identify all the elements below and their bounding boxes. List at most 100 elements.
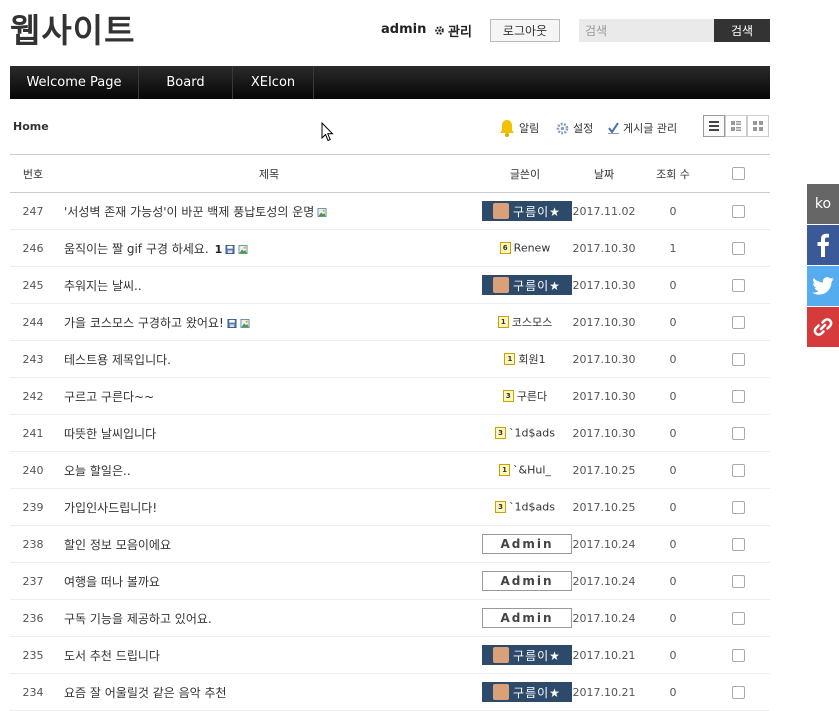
post-checkbox[interactable]	[731, 574, 745, 588]
table-row[interactable]: 238 할인 정보 모음이에요 Admin 2017.10.24 0	[10, 525, 770, 563]
post-author: 구름이★	[482, 673, 572, 711]
share-link[interactable]	[807, 307, 839, 347]
post-author: 1 회원1	[482, 340, 568, 378]
post-checkbox[interactable]	[731, 648, 745, 662]
list-view-button[interactable]	[703, 115, 725, 137]
post-title-link[interactable]: 테스트용 제목입니다.	[64, 353, 171, 367]
author-link[interactable]: 3 `1d$ads	[495, 426, 555, 440]
notify-link[interactable]: 알림	[499, 118, 539, 138]
gallery-view-button[interactable]	[747, 115, 769, 137]
nav-item-board[interactable]: Board	[139, 66, 233, 99]
author-badge[interactable]: 구름이★	[482, 275, 572, 295]
author-link[interactable]: 1 코스모스	[497, 315, 553, 329]
post-checkbox[interactable]	[731, 685, 745, 699]
author-admin-badge[interactable]: Admin	[482, 534, 572, 554]
author-admin-badge[interactable]: Admin	[482, 571, 572, 591]
table-row[interactable]: 239 가입인사드립니다! 3 `1d$ads 2017.10.25 0	[10, 488, 770, 526]
post-checkbox[interactable]	[731, 204, 745, 218]
post-title-link[interactable]: 가을 코스모스 구경하고 왔어요!	[64, 316, 224, 330]
post-checkbox[interactable]	[731, 463, 745, 477]
post-title-link[interactable]: 도서 추천 드립니다	[64, 649, 160, 663]
post-checkbox[interactable]	[731, 278, 745, 292]
table-row[interactable]: 244 가을 코스모스 구경하고 왔어요! 1 코스모스 2017.10.30 0	[10, 303, 770, 341]
post-title-link[interactable]: 움직이는 짤 gif 구경 하세요.	[64, 242, 209, 256]
webzine-view-button[interactable]	[725, 115, 747, 137]
author-link[interactable]: 3 구른다	[502, 389, 547, 403]
post-title-link[interactable]: 요즘 잘 어울릴것 같은 음악 추천	[64, 686, 227, 700]
author-badge[interactable]: 구름이★	[482, 201, 572, 221]
author-badge[interactable]: 구름이★	[482, 645, 572, 665]
search-input[interactable]	[579, 19, 715, 42]
table-row[interactable]: 237 여행을 떠나 볼까요 Admin 2017.10.24 0	[10, 562, 770, 600]
post-number: 235	[10, 636, 56, 674]
user-name-link[interactable]: admin	[381, 22, 426, 37]
author-name: 코스모스	[511, 316, 553, 329]
bell-icon	[500, 120, 514, 137]
settings-link[interactable]: 설정	[556, 118, 593, 138]
level-icon: 3	[502, 390, 514, 402]
manage-posts-link[interactable]: 게시글 관리	[608, 118, 677, 138]
post-checkbox[interactable]	[731, 315, 745, 329]
post-title-link[interactable]: 오늘 할일은..	[64, 464, 131, 478]
post-number: 238	[10, 525, 56, 563]
table-row[interactable]: 247 '서성벽 존재 가능성'이 바꾼 백제 풍납토성의 운명 구름이★ 2017.…	[10, 192, 770, 230]
search-button[interactable]: 검색	[714, 19, 770, 42]
author-link[interactable]: 6 Renew	[499, 241, 550, 255]
author-link[interactable]: 3 `1d$ads	[495, 500, 555, 514]
header-date[interactable]: 날짜	[568, 154, 640, 193]
select-all-checkbox[interactable]	[731, 167, 745, 181]
post-title-link[interactable]: '서성벽 존재 가능성'이 바꾼 백제 풍납토성의 운명	[64, 205, 314, 219]
post-checkbox[interactable]	[731, 352, 745, 366]
site-title[interactable]: 웹사이트	[10, 4, 135, 52]
table-row[interactable]: 240 오늘 할일은.. 1 `&Hul_ 2017.10.25 0	[10, 451, 770, 489]
header-views[interactable]: 조회 수	[640, 154, 706, 193]
table-row[interactable]: 235 도서 추천 드립니다 구름이★ 2017.10.21 0	[10, 636, 770, 674]
comment-count[interactable]: 1	[215, 243, 223, 256]
post-title-cell: '서성벽 존재 가능성'이 바꾼 백제 풍납토성의 운명	[56, 192, 482, 230]
post-checkbox[interactable]	[731, 537, 745, 551]
post-title-link[interactable]: 구르고 구른다~~	[64, 390, 154, 404]
post-checkbox[interactable]	[731, 500, 745, 514]
logout-button[interactable]: 로그아웃	[490, 19, 560, 42]
post-title-link[interactable]: 가입인사드립니다!	[64, 501, 157, 515]
table-header-row: 번호 제목 글쓴이 날짜 조회 수	[10, 154, 770, 193]
table-row[interactable]: 243 테스트용 제목입니다. 1 회원1 2017.10.30 0	[10, 340, 770, 378]
table-row[interactable]: 242 구르고 구른다~~ 3 구른다 2017.10.30 0	[10, 377, 770, 415]
nav-item-xeicon[interactable]: XEIcon	[233, 66, 314, 99]
table-row[interactable]: 241 따뜻한 날씨입니다 3 `1d$ads 2017.10.30 0	[10, 414, 770, 452]
table-row[interactable]: 246 움직이는 짤 gif 구경 하세요. 1 6 Renew 2017.10.30 1	[10, 229, 770, 267]
post-checkbox[interactable]	[731, 241, 745, 255]
post-title-link[interactable]: 추워지는 날씨..	[64, 279, 142, 293]
table-row[interactable]: 234 요즘 잘 어울릴것 같은 음악 추천 구름이★ 2017.10.21 0	[10, 673, 770, 711]
post-checkbox[interactable]	[731, 389, 745, 403]
share-facebook[interactable]	[807, 225, 839, 265]
post-title-link[interactable]: 따뜻한 날씨입니다	[64, 427, 156, 441]
author-badge[interactable]: 구름이★	[482, 682, 572, 702]
table-row[interactable]: 236 구독 기능을 제공하고 있어요. Admin 2017.10.24 0	[10, 599, 770, 637]
post-views: 0	[640, 377, 706, 415]
link-icon	[813, 318, 833, 336]
author-admin-badge[interactable]: Admin	[482, 608, 572, 628]
author-link[interactable]: 1 회원1	[504, 352, 546, 366]
table-row[interactable]: 245 추워지는 날씨.. 구름이★ 2017.10.30 0	[10, 266, 770, 304]
admin-link[interactable]: 관리	[434, 21, 472, 40]
post-checkbox[interactable]	[731, 426, 745, 440]
post-views: 0	[640, 340, 706, 378]
nav-item-welcome-page[interactable]: Welcome Page	[10, 66, 139, 99]
post-date: 2017.10.30	[568, 229, 640, 267]
post-checkbox[interactable]	[731, 611, 745, 625]
author-name: 구름이★	[513, 648, 561, 663]
post-author: Admin	[482, 599, 572, 637]
author-link[interactable]: 1 `&Hul_	[499, 463, 551, 477]
post-select	[706, 451, 770, 489]
share-twitter[interactable]	[807, 266, 839, 306]
post-title-link[interactable]: 여행을 떠나 볼까요	[64, 575, 160, 589]
post-title-link[interactable]: 구독 기능을 제공하고 있어요.	[64, 612, 212, 626]
post-title-link[interactable]: 할인 정보 모음이에요	[64, 538, 171, 552]
notify-label: 알림	[519, 122, 540, 135]
breadcrumb[interactable]: Home	[13, 120, 49, 133]
header-select-all[interactable]	[706, 154, 770, 193]
post-title-cell: 할인 정보 모음이에요	[56, 525, 482, 563]
webzine-view-icon	[731, 121, 741, 131]
share-lang[interactable]: ko	[807, 184, 839, 224]
